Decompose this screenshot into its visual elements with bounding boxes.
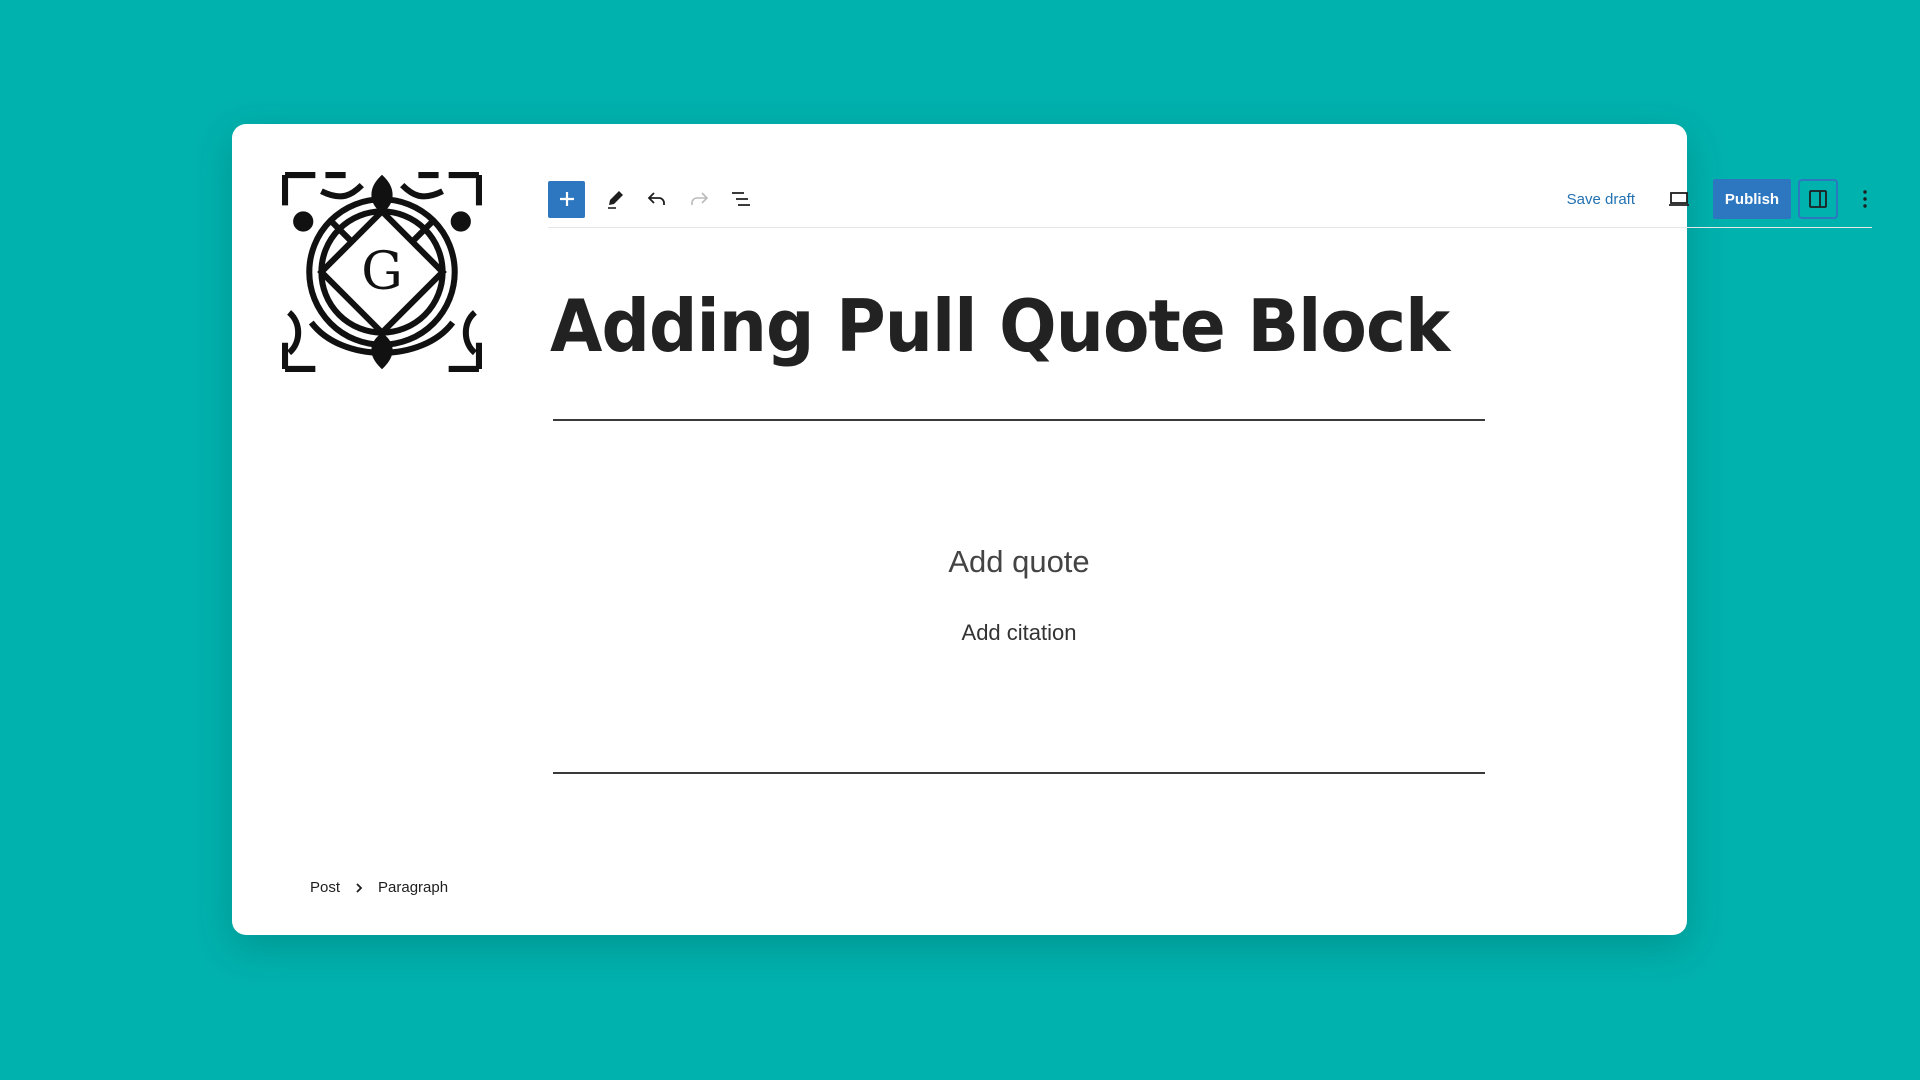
preview-button[interactable] — [1661, 181, 1697, 217]
undo-icon — [647, 192, 665, 205]
save-draft-button[interactable]: Save draft — [1567, 191, 1635, 208]
logo-letter: G — [361, 242, 403, 302]
breadcrumb-item-post[interactable]: Post — [310, 879, 340, 896]
chevron-right-icon — [356, 882, 363, 893]
options-button[interactable] — [1850, 179, 1880, 219]
publish-button[interactable]: Publish — [1713, 179, 1791, 219]
editor-window: G Save draft Publish Adding Pull Quote B… — [232, 124, 1872, 935]
more-vertical-icon — [1863, 190, 1867, 208]
add-block-button[interactable] — [548, 180, 585, 218]
tools-button[interactable] — [597, 181, 633, 217]
pullquote-citation-input[interactable]: Add citation — [553, 620, 1485, 646]
pullquote-quote-input[interactable]: Add quote — [553, 544, 1485, 580]
editor-toolbar: Save draft Publish — [548, 171, 1872, 228]
pencil-icon — [608, 191, 623, 209]
breadcrumb-item-paragraph[interactable]: Paragraph — [378, 879, 448, 896]
desktop-preview-icon — [1669, 192, 1689, 206]
settings-toggle-button[interactable] — [1798, 179, 1838, 219]
undo-button[interactable] — [639, 181, 675, 217]
sidebar-toggle-icon — [1809, 190, 1827, 208]
plus-icon — [559, 192, 574, 206]
block-breadcrumb: Post Paragraph — [310, 879, 448, 896]
redo-button[interactable] — [681, 181, 717, 217]
gutenberg-logo-icon: G — [281, 171, 483, 373]
redo-icon — [691, 192, 709, 205]
list-view-icon — [732, 192, 750, 206]
pullquote-top-border — [553, 419, 1485, 421]
pullquote-bottom-border — [553, 772, 1485, 774]
document-overview-button[interactable] — [723, 181, 759, 217]
post-title[interactable]: Adding Pull Quote Block — [550, 284, 1450, 368]
